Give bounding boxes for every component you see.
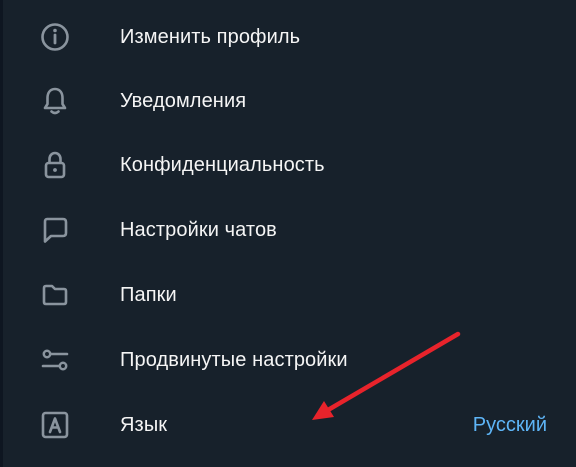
menu-item-language[interactable]: Язык Русский: [3, 393, 576, 457]
folder-icon: [38, 278, 72, 312]
menu-item-chat-settings[interactable]: Настройки чатов: [3, 198, 576, 262]
menu-item-label: Язык: [120, 413, 168, 436]
menu-item-advanced[interactable]: Продвинутые настройки: [3, 328, 576, 392]
menu-item-privacy[interactable]: Конфиденциальность: [3, 133, 576, 197]
menu-item-label: Папки: [120, 283, 177, 306]
menu-item-label: Конфиденциальность: [120, 153, 325, 176]
language-icon: [38, 408, 72, 442]
menu-item-folders[interactable]: Папки: [3, 263, 576, 327]
info-icon: [38, 20, 72, 54]
menu-item-edit-profile[interactable]: Изменить профиль: [3, 5, 576, 69]
menu-item-label: Настройки чатов: [120, 218, 277, 241]
menu-item-notifications[interactable]: Уведомления: [3, 69, 576, 133]
lock-icon: [38, 148, 72, 182]
menu-item-label: Продвинутые настройки: [120, 348, 348, 371]
menu-item-label: Изменить профиль: [120, 25, 301, 48]
current-language-value: Русский: [472, 413, 547, 436]
menu-item-label: Уведомления: [120, 89, 247, 112]
sliders-icon: [38, 343, 72, 377]
bell-icon: [38, 84, 72, 118]
chat-bubble-icon: [38, 213, 72, 247]
